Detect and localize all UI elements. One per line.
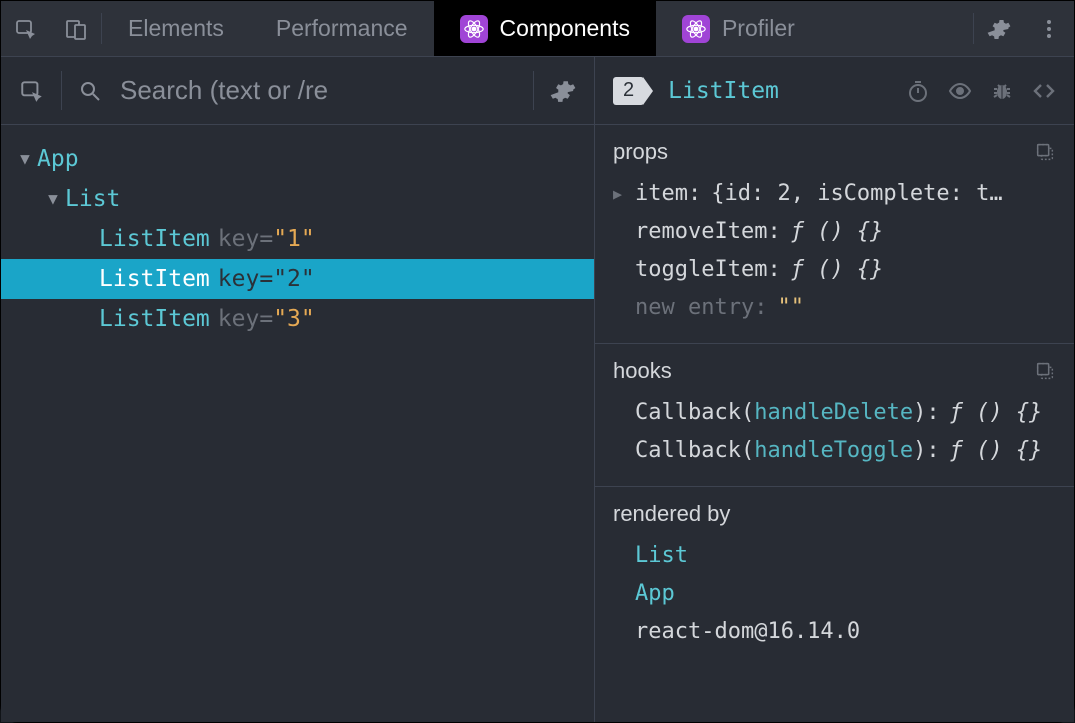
node-name: ListItem [99, 219, 210, 259]
prop-row[interactable]: ▶ toggleItem: ƒ () {} [613, 251, 1056, 289]
eye-icon[interactable] [948, 79, 972, 103]
prop-value: ƒ () {} [791, 251, 884, 289]
topbar-right [973, 1, 1074, 56]
prop-row-new-entry[interactable]: ▶ new entry: "" [613, 289, 1056, 327]
tree-node-list[interactable]: ▼ List [1, 179, 594, 219]
tab-label: Performance [276, 15, 408, 42]
tab-label: Elements [128, 15, 224, 42]
component-tree-panel: ▼ App ▼ List ListItem key="1" ListItem [1, 57, 595, 722]
prop-value: ƒ () {} [791, 213, 884, 251]
section-title: props [613, 139, 1056, 165]
section-rendered-by: rendered by List App react-dom@16.14.0 [595, 487, 1074, 667]
bug-icon[interactable] [990, 79, 1014, 103]
tab-profiler[interactable]: Profiler [656, 1, 821, 56]
react-icon [682, 15, 710, 43]
node-name: ListItem [99, 259, 210, 299]
devtools-topbar: Elements Performance Components [1, 1, 1074, 57]
tab-components[interactable]: Components [434, 1, 656, 56]
prop-row[interactable]: ▶ item: {id: 2, isComplete: t… [613, 175, 1056, 213]
inspection-panel: 2 ListItem [595, 57, 1074, 722]
tree-node-listitem-selected[interactable]: ListItem key="2" [1, 259, 594, 299]
copy-icon[interactable] [1034, 360, 1056, 382]
tree-node-listitem[interactable]: ListItem key="1" [1, 219, 594, 259]
stopwatch-icon[interactable] [906, 79, 930, 103]
node-key: key="3" [218, 299, 315, 339]
rendered-by-link[interactable]: List [635, 537, 1056, 575]
source-icon[interactable] [1032, 79, 1056, 103]
tab-elements[interactable]: Elements [102, 1, 250, 56]
hook-row[interactable]: ▶ Callback(handleToggle): ƒ () {} [613, 432, 1056, 470]
rendered-by-version: react-dom@16.14.0 [635, 613, 1056, 651]
devtools-window: Elements Performance Components [0, 0, 1075, 723]
prop-value: {id: 2, isComplete: t… [711, 175, 1002, 213]
render-count-badge: 2 [613, 77, 644, 105]
section-hooks: hooks ▶ Callback(handleDelete): ƒ () {} [595, 344, 1074, 487]
prop-row[interactable]: ▶ removeItem: ƒ () {} [613, 213, 1056, 251]
section-props: props ▶ item: {id: 2, isComplete: t… [595, 125, 1074, 344]
hook-value: ƒ () {} [950, 432, 1043, 470]
search-icon [78, 79, 102, 103]
copy-icon[interactable] [1034, 141, 1056, 163]
hook-row[interactable]: ▶ Callback(handleDelete): ƒ () {} [613, 394, 1056, 432]
node-key: key="2" [218, 259, 315, 299]
toolbar-separator [61, 71, 62, 110]
search-input[interactable] [118, 74, 517, 107]
section-title: hooks [613, 358, 1056, 384]
component-tree: ▼ App ▼ List ListItem key="1" ListItem [1, 125, 594, 722]
tab-label: Components [500, 15, 630, 42]
tree-node-listitem[interactable]: ListItem key="3" [1, 299, 594, 339]
node-name: App [37, 139, 79, 179]
device-toolbar-icon[interactable] [51, 17, 101, 41]
settings-icon[interactable] [550, 78, 576, 104]
react-icon [460, 15, 488, 43]
inspect-element-icon[interactable] [1, 17, 51, 41]
selected-component-name: ListItem [668, 78, 779, 104]
rendered-by-link[interactable]: App [635, 575, 1056, 613]
inspection-header: 2 ListItem [595, 57, 1074, 125]
hook-value: ƒ () {} [950, 394, 1043, 432]
topbar-left-icons [1, 1, 101, 56]
prop-value[interactable]: "" [777, 295, 804, 320]
node-name: ListItem [99, 299, 210, 339]
caret-right-icon: ▶ [613, 175, 635, 213]
toolbar-separator [533, 71, 534, 110]
node-name: List [65, 179, 120, 219]
section-title: rendered by [613, 501, 1056, 527]
node-key: key="1" [218, 219, 315, 259]
caret-down-icon: ▼ [45, 179, 61, 219]
body: ▼ App ▼ List ListItem key="1" ListItem [1, 57, 1074, 722]
rendered-by-list: List App react-dom@16.14.0 [613, 537, 1056, 651]
tab-label: Profiler [722, 15, 795, 42]
kebab-menu-icon[interactable] [1024, 1, 1074, 56]
settings-icon[interactable] [974, 1, 1024, 56]
tab-performance[interactable]: Performance [250, 1, 434, 56]
tree-toolbar [1, 57, 594, 125]
caret-down-icon: ▼ [17, 139, 33, 179]
tree-node-app[interactable]: ▼ App [1, 139, 594, 179]
select-component-icon[interactable] [19, 78, 45, 104]
